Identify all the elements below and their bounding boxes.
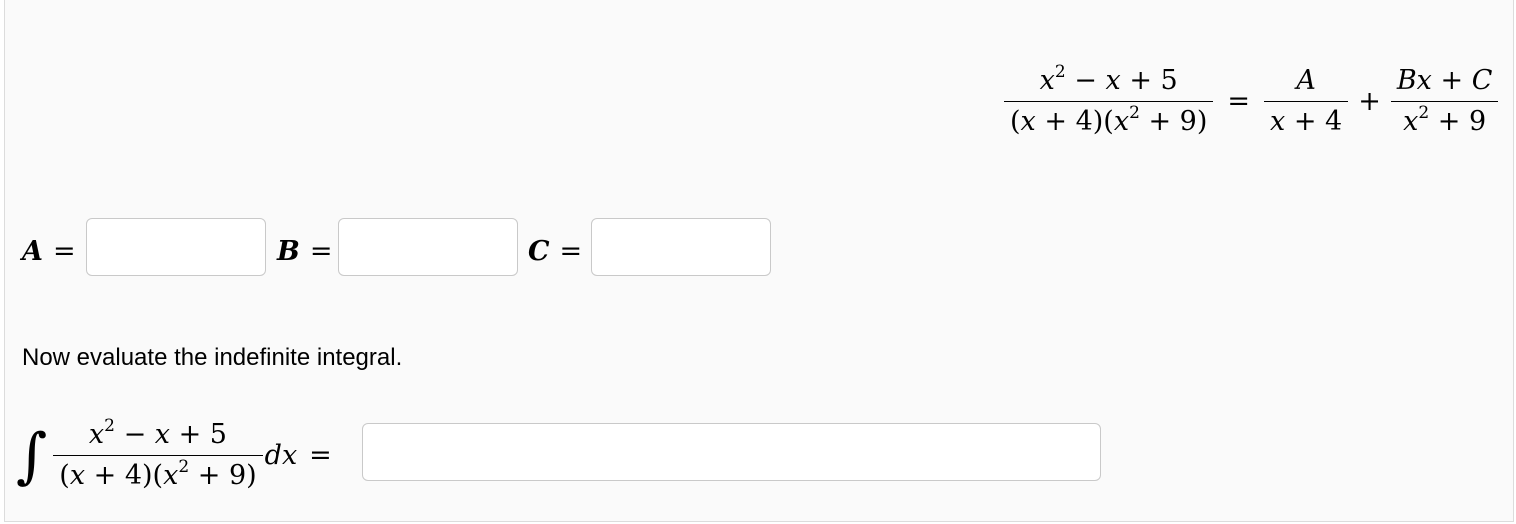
- integrand-numerator: x2 − x + 5: [88, 416, 227, 451]
- c-input[interactable]: [591, 218, 771, 276]
- term2-denominator: x2 + 9: [1403, 103, 1487, 138]
- integrand-denominator: (x + 4)(x2 + 9): [59, 457, 257, 492]
- fraction-bar: [1390, 101, 1499, 102]
- term1-fraction: A x + 4: [1264, 64, 1349, 139]
- lhs-numerator: x2 − x + 5: [1039, 62, 1178, 97]
- fraction-bar: [1264, 101, 1349, 102]
- plus-sign: +: [1358, 86, 1381, 117]
- equals-sign: =: [1227, 86, 1251, 117]
- lhs-fraction: x2 − x + 5 (x + 4)(x2 + 9): [1004, 62, 1214, 139]
- b-label: B =: [277, 236, 333, 267]
- partial-fraction-equation: x2 − x + 5 (x + 4)(x2 + 9) = A x + 4 + B…: [1004, 62, 1499, 139]
- term2-fraction: Bx + C x2 + 9: [1390, 64, 1499, 139]
- term2-numerator: Bx + C: [1396, 65, 1493, 96]
- instruction-text: Now evaluate the indefinite integral.: [22, 344, 403, 371]
- term1-numerator: A: [1296, 65, 1316, 96]
- fraction-bar: [53, 455, 263, 456]
- fraction-bar: [1004, 101, 1214, 102]
- integral-equals: =: [309, 440, 332, 471]
- integral-answer-input[interactable]: [362, 423, 1101, 481]
- dx-label: dx: [264, 440, 298, 471]
- term1-denominator: x + 4: [1270, 106, 1343, 137]
- lhs-denominator: (x + 4)(x2 + 9): [1010, 103, 1208, 138]
- b-input[interactable]: [338, 218, 518, 276]
- c-label: C =: [528, 236, 583, 267]
- a-label: A =: [22, 236, 76, 267]
- a-input[interactable]: [86, 218, 266, 276]
- integral-expression: ∫ x2 − x + 5 (x + 4)(x2 + 9) dx =: [16, 418, 344, 493]
- integral-sign: ∫: [16, 420, 48, 491]
- integrand-fraction: x2 − x + 5 (x + 4)(x2 + 9): [53, 416, 263, 493]
